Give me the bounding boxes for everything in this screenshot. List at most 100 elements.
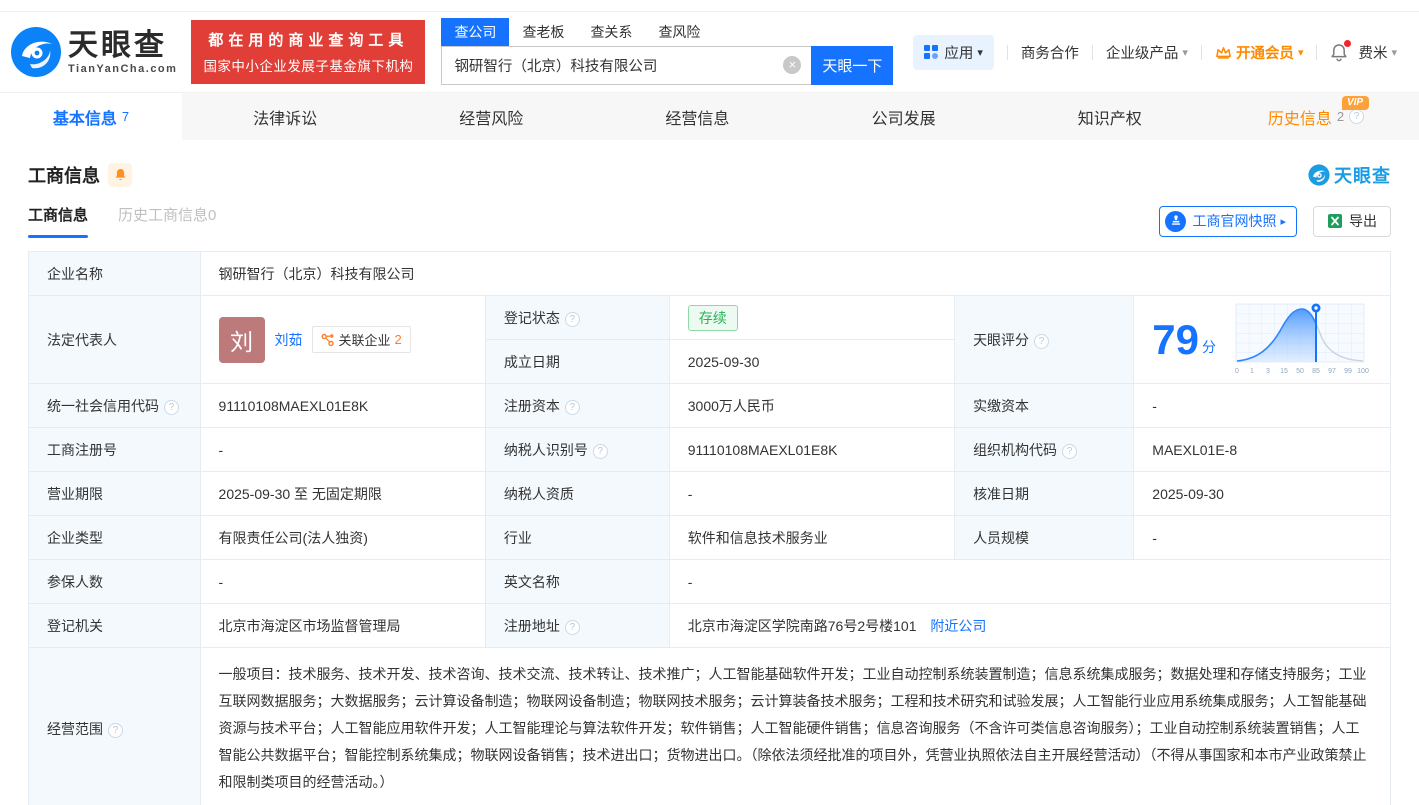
nav-enterprise-label: 企业级产品 (1106, 42, 1179, 63)
chevron-down-icon (1298, 46, 1304, 59)
apps-menu[interactable]: 应用 (913, 35, 994, 70)
export-button[interactable]: 导出 (1313, 206, 1391, 237)
label-reg-address: 注册地址 (485, 604, 669, 648)
header-nav: 应用 商务合作 企业级产品 开通会员 费米 (913, 35, 1397, 70)
stamp-icon (1165, 211, 1186, 232)
nav-cooperation[interactable]: 商务合作 (1021, 42, 1079, 63)
tab-count: 7 (122, 109, 129, 124)
label-legal-rep: 法定代表人 (29, 296, 201, 384)
chevron-down-icon (1182, 46, 1188, 59)
tab-label: 法律诉讼 (253, 105, 317, 129)
related-count: 2 (395, 332, 402, 347)
svg-text:100: 100 (1357, 368, 1369, 375)
notifications-bell[interactable] (1330, 43, 1348, 62)
search-tab-risk[interactable]: 查风险 (645, 18, 713, 46)
field-label: 组织机构代码 (973, 442, 1057, 458)
tab-basic-info[interactable]: 基本信息 7 (0, 93, 182, 140)
search-input[interactable] (441, 46, 811, 85)
toolbar: 工商官网快照 导出 (1159, 206, 1391, 237)
value-reg-authority: 北京市海淀区市场监督管理局 (200, 604, 485, 648)
status-badge: 存续 (688, 305, 738, 331)
section-title: 工商信息 (28, 162, 100, 188)
value-biz-scope: 一般项目：技术服务、技术开发、技术咨询、技术交流、技术转让、技术推广；人工智能基… (200, 648, 1390, 805)
related-companies-badge[interactable]: 关联企业 2 (312, 326, 411, 353)
help-icon[interactable] (565, 400, 580, 415)
tab-company-development[interactable]: 公司发展 (801, 93, 1007, 140)
field-label: 行业 (504, 530, 532, 546)
label-credit-code: 统一社会信用代码 (29, 384, 201, 428)
user-menu[interactable]: 费米 (1358, 42, 1397, 63)
table-row: 统一社会信用代码 91110108MAEXL01E8K 注册资本 3000万人民… (29, 384, 1391, 428)
search-tab-company[interactable]: 查公司 (441, 18, 509, 46)
main-tabbar: 基本信息 7 法律诉讼 经营风险 经营信息 公司发展 知识产权 VIP 历史信息… (0, 92, 1419, 140)
table-row: 经营范围 一般项目：技术服务、技术开发、技术咨询、技术交流、技术转让、技术推广；… (29, 648, 1391, 805)
search-button[interactable]: 天眼一下 (811, 46, 893, 85)
score-unit: 分 (1202, 337, 1216, 357)
svg-text:1: 1 (1250, 368, 1254, 375)
svg-text:85: 85 (1312, 368, 1320, 375)
table-row: 企业类型 有限责任公司(法人独资) 行业 软件和信息技术服务业 人员规模 - (29, 516, 1391, 560)
tab-label: 公司发展 (872, 105, 936, 129)
value-reg-status: 存续 (669, 296, 954, 340)
field-label: 企业名称 (47, 266, 103, 282)
nearby-companies-link[interactable]: 附近公司 (930, 618, 986, 634)
business-info-table: 企业名称 钢研智行（北京）科技有限公司 法定代表人 刘 刘茹 (28, 251, 1391, 805)
help-icon[interactable] (565, 312, 580, 327)
label-biz-scope: 经营范围 (29, 648, 201, 805)
official-snapshot-button[interactable]: 工商官网快照 (1159, 206, 1297, 237)
legal-rep-name-link[interactable]: 刘茹 (275, 330, 303, 350)
tab-intellectual-property[interactable]: 知识产权 (1007, 93, 1213, 140)
search-area: 查公司 查老板 查关系 查风险 天眼一下 (441, 19, 893, 85)
label-reg-authority: 登记机关 (29, 604, 201, 648)
subtab-business-info[interactable]: 工商信息 (28, 204, 88, 238)
tab-operational-risk[interactable]: 经营风险 (388, 93, 594, 140)
value-reg-capital: 3000万人民币 (669, 384, 954, 428)
field-label: 纳税人识别号 (504, 442, 588, 458)
nav-vip-label: 开通会员 (1236, 42, 1294, 63)
value-est-date: 2025-09-30 (669, 340, 954, 384)
subscribe-bell-button[interactable] (108, 163, 132, 187)
score-distribution-chart[interactable]: 0 1 3 15 50 85 97 99 100 (1230, 300, 1372, 380)
help-icon[interactable] (1349, 109, 1364, 124)
field-label: 统一社会信用代码 (47, 398, 159, 414)
svg-text:50: 50 (1296, 368, 1304, 375)
help-icon[interactable] (164, 400, 179, 415)
search-tabs: 查公司 查老板 查关系 查风险 (441, 19, 893, 46)
tab-label: 历史信息 (1268, 105, 1332, 129)
value-taxpayer-quality: - (669, 472, 954, 516)
nav-vip[interactable]: 开通会员 (1215, 42, 1304, 63)
legal-rep-avatar[interactable]: 刘 (219, 317, 265, 363)
search-tab-boss[interactable]: 查老板 (509, 18, 577, 46)
label-taxpayer-quality: 纳税人资质 (485, 472, 669, 516)
value-org-code: MAEXL01E-8 (1134, 428, 1391, 472)
tab-history-info[interactable]: VIP 历史信息 2 (1213, 93, 1419, 140)
value-industry: 软件和信息技术服务业 (669, 516, 954, 560)
label-paid-capital: 实缴资本 (955, 384, 1134, 428)
nav-divider (1201, 45, 1202, 60)
help-icon[interactable] (565, 620, 580, 635)
field-label: 英文名称 (504, 574, 560, 590)
field-label: 注册地址 (504, 618, 560, 634)
value-paid-capital: - (1134, 384, 1391, 428)
svg-text:99: 99 (1344, 368, 1352, 375)
brand-domain: TianYanCha.com (68, 63, 177, 75)
search-tab-relation[interactable]: 查关系 (577, 18, 645, 46)
value-reg-address: 北京市海淀区学院南路76号2号楼101 附近公司 (669, 604, 1390, 648)
help-icon[interactable] (593, 444, 608, 459)
nav-enterprise[interactable]: 企业级产品 (1106, 42, 1188, 63)
tab-legal-proceedings[interactable]: 法律诉讼 (182, 93, 388, 140)
subtab-history-business-info[interactable]: 历史工商信息0 (118, 204, 216, 238)
table-row: 工商注册号 - 纳税人识别号 91110108MAEXL01E8K 组织机构代码… (29, 428, 1391, 472)
help-icon[interactable] (1034, 334, 1049, 349)
value-reg-number: - (200, 428, 485, 472)
site-logo[interactable]: 天眼查 TianYanCha.com (10, 26, 177, 78)
score-number: 79 (1152, 319, 1199, 361)
apps-menu-label: 应用 (944, 42, 973, 63)
table-row: 营业期限 2025-09-30 至 无固定期限 纳税人资质 - 核准日期 202… (29, 472, 1391, 516)
help-icon[interactable] (1062, 444, 1077, 459)
help-icon[interactable] (108, 723, 123, 738)
tab-business-operations[interactable]: 经营信息 (594, 93, 800, 140)
label-taxpayer-id: 纳税人识别号 (485, 428, 669, 472)
svg-text:0: 0 (1235, 368, 1239, 375)
slogan-line2: 国家中小企业发展子基金旗下机构 (199, 55, 417, 75)
